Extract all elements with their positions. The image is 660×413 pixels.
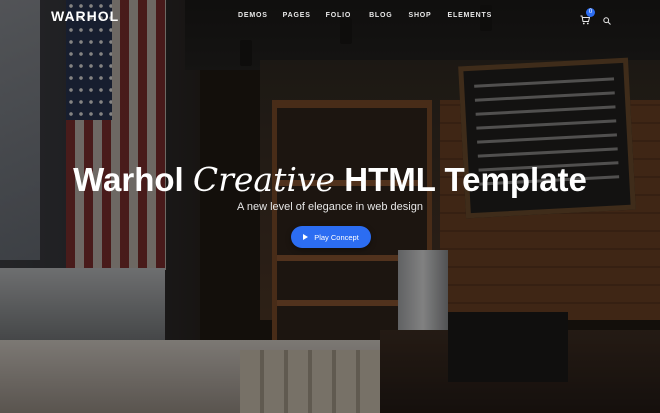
cart-count-badge: 0 <box>586 8 595 17</box>
play-icon <box>303 234 309 240</box>
menu-item-demos[interactable]: DEMOS <box>238 12 268 19</box>
main-menu: DEMOS PAGES FOLIO BLOG SHOP ELEMENTS <box>238 12 492 19</box>
menu-item-folio[interactable]: FOLIO <box>326 12 351 19</box>
search-icon[interactable] <box>603 12 611 25</box>
hero-title-accent: Creative <box>192 160 336 199</box>
play-concept-label: Play Concept <box>314 232 359 242</box>
hero-title: Warhol Creative HTML Template <box>0 160 660 199</box>
menu-item-elements[interactable]: ELEMENTS <box>448 12 493 19</box>
logo[interactable]: WARHOL <box>51 8 119 24</box>
hero-title-part2: HTML Template <box>344 161 587 198</box>
play-concept-button[interactable]: Play Concept <box>291 226 371 248</box>
hero-subtitle: A new level of elegance in web design <box>237 201 423 213</box>
hero-title-part1: Warhol <box>73 161 184 198</box>
menu-item-shop[interactable]: SHOP <box>408 12 431 19</box>
navbar: WARHOL DEMOS PAGES FOLIO BLOG SHOP ELEME… <box>0 0 660 34</box>
menu-item-pages[interactable]: PAGES <box>283 12 311 19</box>
menu-item-blog[interactable]: BLOG <box>369 12 392 19</box>
